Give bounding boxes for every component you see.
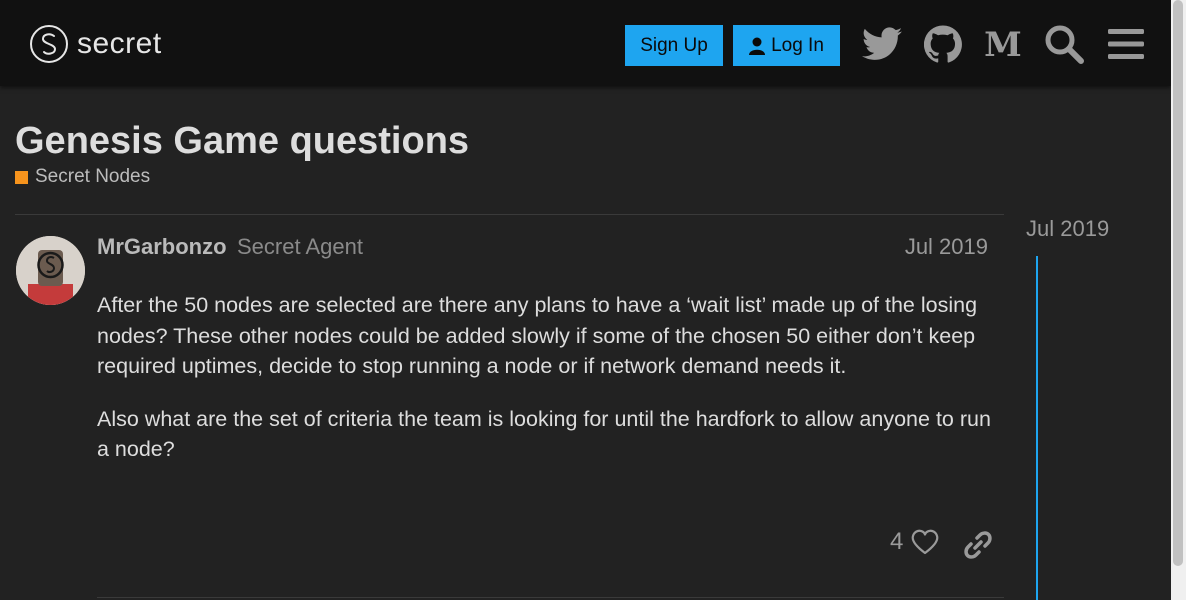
like-button[interactable]: 4 xyxy=(890,528,939,556)
post-bottom-divider xyxy=(97,597,1004,598)
share-link-icon[interactable] xyxy=(963,530,993,565)
svg-text:M: M xyxy=(984,28,1022,60)
post-username[interactable]: MrGarbonzo xyxy=(97,234,227,260)
log-in-button[interactable]: Log In xyxy=(733,25,840,66)
timeline-date[interactable]: Jul 2019 xyxy=(1026,216,1109,242)
scrollbar-thumb[interactable] xyxy=(1173,0,1183,566)
site-header: secret Sign Up Log In M xyxy=(0,0,1171,86)
user-icon xyxy=(749,37,766,55)
post-body: After the 50 nodes are selected are ther… xyxy=(97,290,997,487)
sign-up-button[interactable]: Sign Up xyxy=(625,25,723,66)
timeline-scroll-line[interactable] xyxy=(1036,256,1038,600)
topic-title[interactable]: Genesis Game questions xyxy=(15,120,469,163)
post-date[interactable]: Jul 2019 xyxy=(905,234,988,260)
medium-icon[interactable]: M xyxy=(982,24,1024,64)
github-icon[interactable] xyxy=(922,24,964,64)
post-user-title: Secret Agent xyxy=(237,234,363,259)
post-paragraph: After the 50 nodes are selected are ther… xyxy=(97,293,978,378)
secret-logo-icon xyxy=(30,25,68,63)
category-color-swatch xyxy=(15,170,28,184)
log-in-label: Log In xyxy=(771,34,824,56)
like-count: 4 xyxy=(890,528,904,555)
search-icon[interactable] xyxy=(1043,24,1085,64)
category-name: Secret Nodes xyxy=(35,166,151,187)
twitter-icon[interactable] xyxy=(861,24,903,64)
category-badge[interactable]: Secret Nodes xyxy=(15,166,150,188)
logo-text: secret xyxy=(77,27,162,60)
site-logo[interactable]: secret xyxy=(29,24,162,64)
topic-divider xyxy=(15,214,1004,215)
post-paragraph: Also what are the set of criteria the te… xyxy=(97,406,991,462)
heart-icon xyxy=(911,529,939,555)
menu-icon[interactable] xyxy=(1105,24,1147,64)
avatar[interactable] xyxy=(16,236,85,305)
